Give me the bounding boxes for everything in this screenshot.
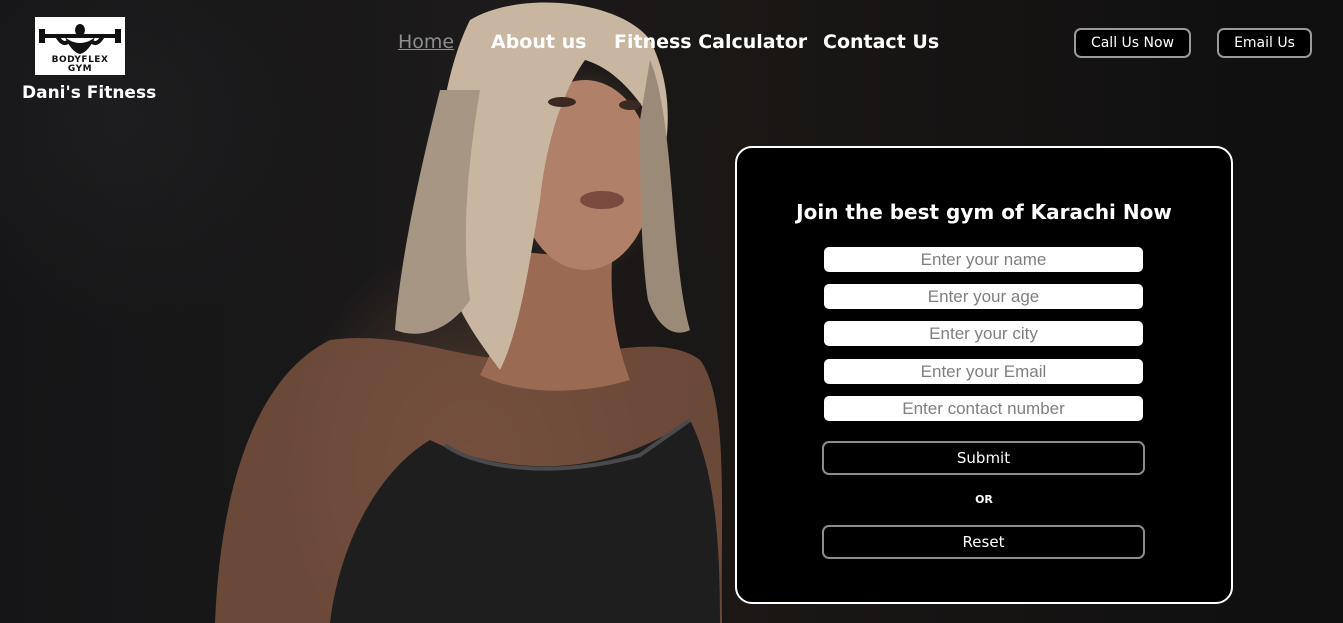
- join-form-card: Join the best gym of Karachi Now Submit …: [735, 146, 1233, 604]
- email-us-button[interactable]: Email Us: [1217, 28, 1312, 58]
- reset-button[interactable]: Reset: [822, 525, 1145, 559]
- logo-text-line2: GYM: [67, 64, 93, 74]
- contact-number-input[interactable]: [824, 396, 1143, 421]
- city-input[interactable]: [824, 321, 1143, 346]
- nav-about-us[interactable]: About us: [491, 31, 586, 53]
- call-us-button[interactable]: Call Us Now: [1074, 28, 1191, 58]
- form-title: Join the best gym of Karachi Now: [796, 200, 1172, 224]
- name-input[interactable]: [824, 247, 1143, 272]
- gym-logo[interactable]: BODYFLEX GYM: [35, 17, 125, 75]
- age-input[interactable]: [824, 284, 1143, 309]
- submit-button[interactable]: Submit: [822, 441, 1145, 475]
- nav-home[interactable]: Home: [398, 31, 454, 53]
- nav-fitness-calculator[interactable]: Fitness Calculator: [614, 31, 807, 53]
- nav-contact-us[interactable]: Contact Us: [823, 31, 939, 53]
- or-separator: OR: [975, 493, 993, 506]
- email-input[interactable]: [824, 359, 1143, 384]
- brand-name: Dani's Fitness: [22, 83, 157, 103]
